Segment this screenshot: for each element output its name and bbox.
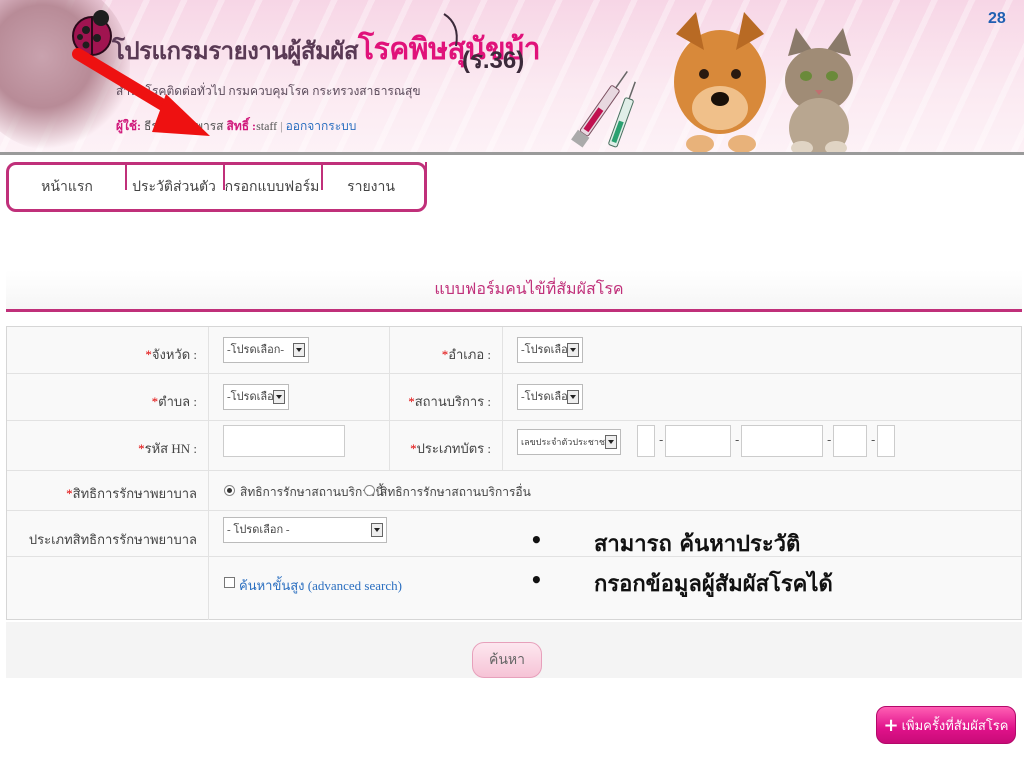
advanced-search-link[interactable]: ค้นหาขั้นสูง (advanced search) (239, 575, 402, 596)
dropdown-arrow-icon (567, 343, 579, 357)
plus-icon: + (883, 714, 899, 736)
card-separator: - (735, 433, 740, 447)
form-title: แบบฟอร์มคนไข้ที่สัมผัสโรค (434, 281, 624, 298)
subdistrict-label: *ตำบล : (151, 394, 197, 409)
label-cell (7, 557, 209, 620)
rights-label: *สิทธิการรักษาพยาบาล (66, 486, 197, 501)
nav-item-fill-form[interactable]: กรอกแบบฟอร์ม (223, 162, 321, 209)
header-banner: โปรแกรมรายงานผู้สัมผัสโรคพิษสุนัขบ้า (ร.… (0, 0, 1024, 155)
card-number-part-3[interactable] (741, 425, 823, 457)
slide-page-number: 28 (988, 10, 1006, 27)
nav-divider (425, 162, 427, 190)
main-nav: หน้าแรก ประวัติส่วนตัว กรอกแบบฟอร์ม รายง… (6, 162, 427, 212)
card-number-part-1[interactable] (637, 425, 655, 457)
separator: | (280, 119, 283, 133)
card-separator: - (827, 433, 832, 447)
form-row-subdistrict: *ตำบล : -โปรดเลือก- *สถานบริการ : -โปรดเ… (7, 374, 1021, 421)
subdistrict-select[interactable]: -โปรดเลือก- (223, 384, 289, 410)
logout-link[interactable]: ออกจากระบบ (286, 119, 357, 133)
dog-image (674, 12, 766, 153)
card-separator: - (871, 433, 876, 447)
district-label: *อำเภอ : (441, 347, 491, 362)
form-row-hn: *รหัส HN : *ประเภทบัตร : เลขประจำตัวประช… (7, 421, 1021, 471)
province-label: *จังหวัด : (145, 347, 197, 362)
search-button[interactable]: ค้นหา (472, 642, 542, 678)
form-heading: แบบฟอร์มคนไข้ที่สัมผัสโรค (6, 270, 1022, 312)
add-contact-label: เพิ่มครั้งที่สัมผัสโรค (901, 717, 1009, 733)
district-select[interactable]: -โปรดเลือก- (517, 337, 583, 363)
rights-this-facility-radio[interactable] (224, 485, 235, 496)
rights-other-facility-label[interactable]: สิทธิการรักษาสถานบริการอื่น (380, 483, 531, 502)
rights-type-select[interactable]: - โปรดเลือก - (223, 517, 387, 543)
rights-this-facility-label[interactable]: สิทธิการรักษาสถานบริการนี้ (240, 483, 384, 502)
form-row-rights: *สิทธิการรักษาพยาบาล สิทธิการรักษาสถานบร… (7, 471, 1021, 511)
syringe-icon (571, 71, 636, 148)
card-number-part-4[interactable] (833, 425, 867, 457)
add-contact-button[interactable]: + เพิ่มครั้งที่สัมผัสโรค (876, 706, 1016, 744)
rights-type-label: ประเภทสิทธิการรักษาพยาบาล (28, 532, 197, 547)
card-type-select[interactable]: เลขประจำตัวประชาชน (517, 429, 621, 455)
rights-other-facility-radio[interactable] (364, 485, 375, 496)
form-row-province: *จังหวัด : -โปรดเลือก- *อำเภอ : -โปรดเลื… (7, 327, 1021, 374)
card-type-label: *ประเภทบัตร : (410, 441, 491, 456)
red-arrow-icon (72, 48, 210, 136)
form-row-rights-type: ประเภทสิทธิการรักษาพยาบาล - โปรดเลือก - (7, 511, 1021, 557)
hn-input[interactable] (223, 425, 345, 457)
app-code: (ร.36) (462, 47, 525, 74)
note-text: กรอกข้อมูลผู้สัมผัสโรคได้ (594, 572, 833, 597)
cat-image (785, 28, 853, 155)
role-label: สิทธิ์ : (226, 119, 257, 133)
nav-item-profile[interactable]: ประวัติส่วนตัว (125, 162, 223, 209)
nav-item-home[interactable]: หน้าแรก (9, 165, 125, 209)
dropdown-arrow-icon (605, 435, 617, 449)
patient-form: *จังหวัด : -โปรดเลือก- *อำเภอ : -โปรดเลื… (6, 326, 1022, 620)
hn-label: *รหัส HN : (138, 441, 197, 456)
dropdown-arrow-icon (293, 343, 305, 357)
dropdown-arrow-icon (273, 390, 285, 404)
facility-label: *สถานบริการ : (408, 394, 491, 409)
nav-item-report[interactable]: รายงาน (321, 162, 421, 209)
card-number-part-2[interactable] (665, 425, 731, 457)
facility-select[interactable]: -โปรดเลือก- (517, 384, 583, 410)
bullet: • (530, 528, 543, 552)
note-text: สามารถ ค้นหาประวัติ (594, 532, 801, 557)
card-number-part-5[interactable] (877, 425, 895, 457)
bullet: • (530, 568, 543, 592)
card-separator: - (659, 433, 664, 447)
dropdown-arrow-icon (567, 390, 579, 404)
province-select[interactable]: -โปรดเลือก- (223, 337, 309, 363)
advanced-search-checkbox[interactable] (224, 577, 235, 588)
dropdown-arrow-icon (371, 523, 383, 537)
form-row-advanced: ค้นหาขั้นสูง (advanced search) (7, 557, 1021, 620)
header-divider (0, 152, 1024, 155)
role-value: staff (256, 119, 278, 133)
